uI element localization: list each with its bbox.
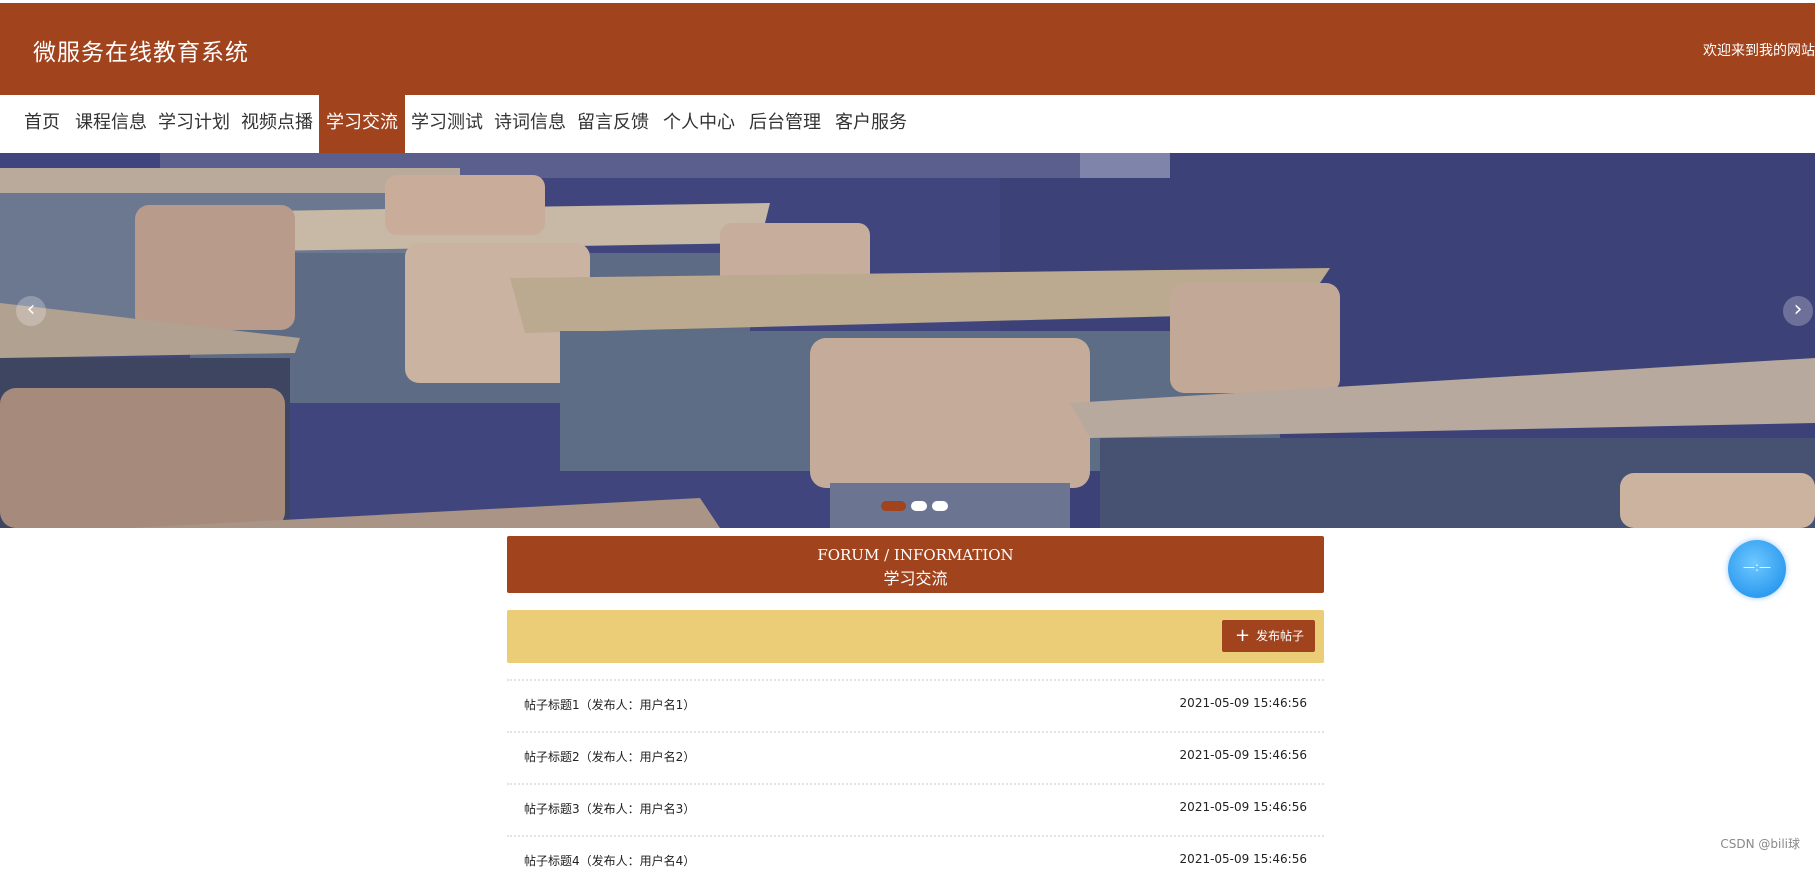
carousel-next-button[interactable]: › (1783, 296, 1813, 326)
forum-toolbar: + 发布帖子 (507, 610, 1324, 663)
nav-item-courses[interactable]: 课程信息 (72, 95, 150, 153)
list-item[interactable]: 帖子标题2（发布人：用户名2） 2021-05-09 15:46:56 (507, 731, 1324, 785)
banner-carousel[interactable]: ‹ › (0, 153, 1815, 528)
forum-title-en: FORUM / INFORMATION (817, 546, 1014, 564)
post-title: 帖子标题4（发布人：用户名4） (524, 854, 696, 868)
carousel-dot-3[interactable] (932, 501, 948, 511)
forum-title-cn: 学习交流 (883, 569, 948, 588)
post-title: 帖子标题2（发布人：用户名2） (524, 750, 696, 764)
post-date: 2021-05-09 15:46:56 (1179, 748, 1307, 762)
site-header: 微服务在线教育系统 欢迎来到我的网站 (0, 3, 1815, 95)
chevron-right-icon: › (1793, 297, 1803, 322)
list-item[interactable]: 帖子标题3（发布人：用户名3） 2021-05-09 15:46:56 (507, 783, 1324, 837)
site-title: 微服务在线教育系统 (33, 40, 249, 66)
nav-item-profile[interactable]: 个人中心 (659, 95, 739, 153)
nav-item-home[interactable]: 首页 (17, 95, 67, 153)
post-date: 2021-05-09 15:46:56 (1179, 800, 1307, 814)
carousel-prev-button[interactable]: ‹ (16, 296, 46, 326)
chat-bubble-icon: —:— (1742, 560, 1772, 574)
nav-item-feedback[interactable]: 留言反馈 (574, 95, 652, 153)
carousel-dot-1[interactable] (881, 501, 906, 511)
nav-item-video[interactable]: 视频点播 (238, 95, 316, 153)
nav-item-poems[interactable]: 诗词信息 (491, 95, 569, 153)
classroom-image (0, 153, 1815, 528)
nav-item-tests[interactable]: 学习测试 (408, 95, 486, 153)
list-item[interactable]: 帖子标题1（发布人：用户名1） 2021-05-09 15:46:56 (507, 679, 1324, 733)
nav-item-customer-service[interactable]: 客户服务 (831, 95, 911, 153)
plus-icon: + (1235, 625, 1251, 646)
carousel-dot-2[interactable] (911, 501, 927, 511)
new-post-label: 发布帖子 (1256, 629, 1305, 643)
new-post-button[interactable]: + 发布帖子 (1222, 620, 1315, 652)
chat-float-button[interactable]: —:— (1728, 540, 1786, 598)
nav-item-admin[interactable]: 后台管理 (744, 95, 826, 153)
forum-header: FORUM / INFORMATION 学习交流 (507, 536, 1324, 593)
nav-item-study-plan[interactable]: 学习计划 (155, 95, 233, 153)
list-item[interactable]: 帖子标题4（发布人：用户名4） 2021-05-09 15:46:56 (507, 835, 1324, 889)
watermark: CSDN @bili球 (1720, 837, 1800, 851)
main-nav: 首页 课程信息 学习计划 视频点播 学习交流 学习测试 诗词信息 留言反馈 个人… (0, 95, 1815, 153)
chevron-left-icon: ‹ (26, 297, 36, 322)
post-date: 2021-05-09 15:46:56 (1179, 696, 1307, 710)
post-title: 帖子标题3（发布人：用户名3） (524, 802, 696, 816)
post-date: 2021-05-09 15:46:56 (1179, 852, 1307, 866)
nav-item-forum[interactable]: 学习交流 (319, 95, 405, 153)
post-title: 帖子标题1（发布人：用户名1） (524, 698, 696, 712)
welcome-text: 欢迎来到我的网站 (1703, 43, 1815, 59)
